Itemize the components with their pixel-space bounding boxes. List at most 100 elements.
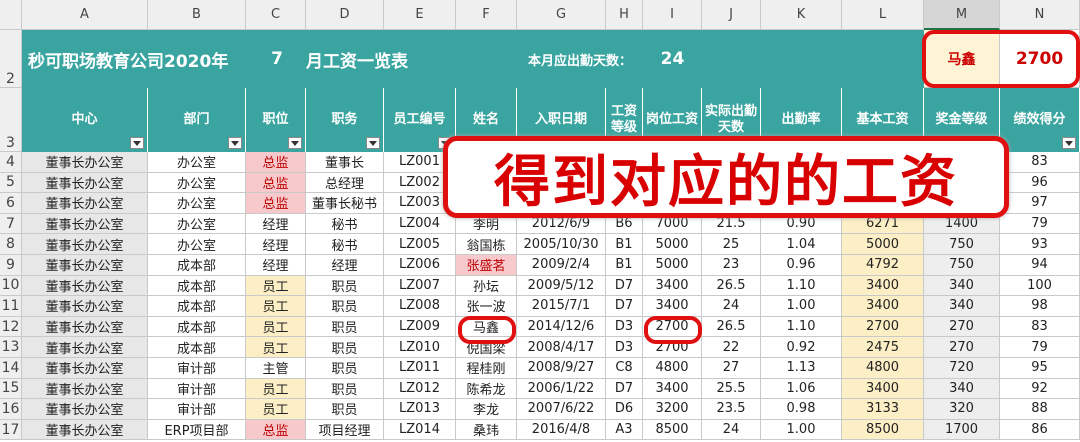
filter-dropdown-icon[interactable]	[366, 137, 380, 149]
table-cell[interactable]: D3	[606, 337, 643, 358]
table-cell[interactable]: LZ011	[384, 358, 456, 379]
column-header-f[interactable]: F	[456, 0, 517, 30]
table-cell[interactable]: 98	[1000, 296, 1080, 317]
table-cell[interactable]: 3400	[842, 296, 924, 317]
table-cell[interactable]: 2009/2/4	[517, 255, 606, 276]
table-cell[interactable]: 成本部	[148, 275, 246, 297]
table-cell[interactable]: 董事长办公室	[22, 399, 148, 420]
table-cell[interactable]: 25	[702, 234, 761, 255]
table-cell[interactable]: 88	[1000, 399, 1080, 420]
table-cell[interactable]: 750	[924, 255, 1000, 276]
table-cell[interactable]: 职员	[306, 378, 384, 400]
select-all-corner[interactable]	[0, 0, 22, 30]
table-cell[interactable]: 桑玮	[456, 419, 517, 441]
table-cell[interactable]: 员工	[246, 378, 306, 400]
table-cell[interactable]: 经理	[246, 255, 306, 276]
table-cell[interactable]: 职员	[306, 337, 384, 358]
filter-dropdown-icon[interactable]	[1062, 137, 1076, 149]
table-cell[interactable]: 孙坛	[456, 275, 517, 297]
row-header-2[interactable]: 2	[0, 30, 22, 88]
table-cell[interactable]: 总监	[246, 419, 306, 441]
table-cell[interactable]: 24	[702, 296, 761, 317]
row-header[interactable]: 6	[0, 193, 22, 214]
row-header[interactable]: 4	[0, 152, 22, 173]
column-header-b[interactable]: B	[148, 0, 246, 30]
table-cell[interactable]: LZ007	[384, 275, 456, 297]
table-cell[interactable]: 3400	[643, 378, 702, 400]
table-cell[interactable]: B1	[606, 234, 643, 255]
column-header-a[interactable]: A	[22, 0, 148, 30]
table-cell[interactable]: 李龙	[456, 399, 517, 420]
table-cell[interactable]: 项目经理	[306, 419, 384, 441]
table-cell[interactable]: 83	[1000, 316, 1080, 338]
table-cell[interactable]: 总经理	[306, 172, 384, 194]
table-cell[interactable]: LZ004	[384, 213, 456, 235]
table-cell[interactable]: 员工	[246, 296, 306, 317]
table-cell[interactable]: LZ014	[384, 419, 456, 441]
table-cell[interactable]: 主管	[246, 358, 306, 379]
table-cell[interactable]: 2006/1/22	[517, 378, 606, 400]
table-cell[interactable]: 3400	[643, 296, 702, 317]
table-cell[interactable]: 办公室	[148, 172, 246, 194]
table-cell[interactable]: 成本部	[148, 316, 246, 338]
table-cell[interactable]: D7	[606, 378, 643, 400]
table-cell[interactable]: 2475	[842, 337, 924, 358]
table-cell[interactable]: 1.10	[761, 275, 842, 297]
table-cell[interactable]: LZ006	[384, 255, 456, 276]
table-cell[interactable]: D7	[606, 275, 643, 297]
table-cell[interactable]: ERP项目部	[148, 419, 246, 441]
table-cell[interactable]: 270	[924, 316, 1000, 338]
table-cell[interactable]: 24	[702, 419, 761, 441]
table-cell[interactable]: 董事长办公室	[22, 193, 148, 214]
table-cell[interactable]: 董事长办公室	[22, 378, 148, 400]
table-cell[interactable]: 1.04	[761, 234, 842, 255]
table-cell[interactable]: 办公室	[148, 234, 246, 255]
table-cell[interactable]: 23.5	[702, 399, 761, 420]
table-cell[interactable]: 340	[924, 275, 1000, 297]
column-title-4[interactable]: 职务	[306, 88, 384, 152]
row-header[interactable]: 9	[0, 255, 22, 276]
column-header-m[interactable]: M	[924, 0, 1000, 30]
table-cell[interactable]: 1.00	[761, 419, 842, 441]
table-cell[interactable]: 22	[702, 337, 761, 358]
table-cell[interactable]: B1	[606, 255, 643, 276]
table-cell[interactable]: 750	[924, 234, 1000, 255]
column-header-c[interactable]: C	[246, 0, 306, 30]
table-cell[interactable]: 3400	[643, 275, 702, 297]
table-cell[interactable]: 董事长办公室	[22, 213, 148, 235]
table-cell[interactable]: 经理	[306, 255, 384, 276]
table-cell[interactable]: 职员	[306, 316, 384, 338]
table-cell[interactable]: 0.92	[761, 337, 842, 358]
table-cell[interactable]: LZ012	[384, 378, 456, 400]
table-cell[interactable]: 79	[1000, 337, 1080, 358]
table-cell[interactable]: 经理	[246, 213, 306, 235]
filter-dropdown-icon[interactable]	[228, 137, 242, 149]
table-cell[interactable]: 董事长秘书	[306, 193, 384, 214]
column-title-2[interactable]: 部门	[148, 88, 246, 152]
row-header[interactable]: 5	[0, 172, 22, 194]
table-cell[interactable]: 董事长办公室	[22, 337, 148, 358]
table-cell[interactable]: 翁国栋	[456, 234, 517, 255]
filter-dropdown-icon[interactable]	[288, 137, 302, 149]
table-cell[interactable]: 95	[1000, 358, 1080, 379]
table-cell[interactable]: LZ013	[384, 399, 456, 420]
table-cell[interactable]: 员工	[246, 399, 306, 420]
table-cell[interactable]: 5000	[643, 255, 702, 276]
table-cell[interactable]: 1.00	[761, 296, 842, 317]
table-cell[interactable]: 2015/7/1	[517, 296, 606, 317]
table-cell[interactable]: LZ010	[384, 337, 456, 358]
table-cell[interactable]: A3	[606, 419, 643, 441]
table-cell[interactable]: 秘书	[306, 213, 384, 235]
row-header-3[interactable]: 3	[0, 88, 22, 152]
table-cell[interactable]: 26.5	[702, 316, 761, 338]
table-cell[interactable]: 员工	[246, 275, 306, 297]
table-cell[interactable]: 4792	[842, 255, 924, 276]
table-cell[interactable]: 92	[1000, 378, 1080, 400]
table-cell[interactable]: 340	[924, 296, 1000, 317]
column-header-j[interactable]: J	[702, 0, 761, 30]
table-cell[interactable]: 董事长办公室	[22, 172, 148, 194]
table-cell[interactable]: 93	[1000, 234, 1080, 255]
table-cell[interactable]: 26.5	[702, 275, 761, 297]
table-cell[interactable]: 陈希龙	[456, 378, 517, 400]
table-cell[interactable]: 办公室	[148, 152, 246, 173]
